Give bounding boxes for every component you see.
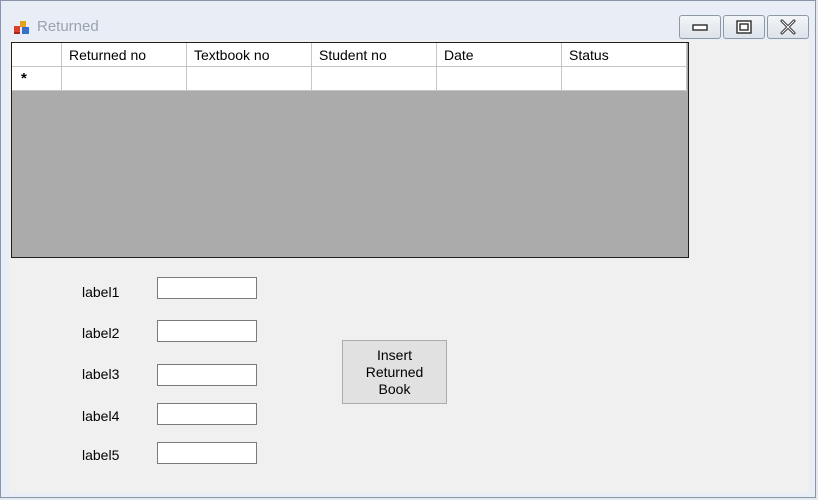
label5: label5 bbox=[82, 447, 120, 463]
returned-data-grid[interactable]: Returned no Textbook no Student no Date … bbox=[11, 42, 689, 258]
cell-student-no[interactable] bbox=[312, 67, 437, 91]
textbox1[interactable] bbox=[157, 277, 257, 299]
grid-new-row[interactable]: * bbox=[12, 67, 687, 91]
column-header-status[interactable]: Status bbox=[562, 43, 687, 67]
client-area: Returned no Textbook no Student no Date … bbox=[9, 40, 809, 493]
insert-returned-book-button[interactable]: Insert Returned Book bbox=[342, 340, 447, 404]
grid-header-row: Returned no Textbook no Student no Date … bbox=[12, 43, 687, 67]
column-header-date[interactable]: Date bbox=[437, 43, 562, 67]
column-header-returned-no[interactable]: Returned no bbox=[62, 43, 187, 67]
column-header-student-no[interactable]: Student no bbox=[312, 43, 437, 67]
textbox3[interactable] bbox=[157, 364, 257, 386]
cell-status[interactable] bbox=[562, 67, 687, 91]
column-header-textbook-no[interactable]: Textbook no bbox=[187, 43, 312, 67]
textbox4[interactable] bbox=[157, 403, 257, 425]
textbox2[interactable] bbox=[157, 320, 257, 342]
close-button[interactable] bbox=[767, 15, 809, 39]
maximize-button[interactable] bbox=[723, 15, 765, 39]
new-row-marker[interactable]: * bbox=[12, 67, 62, 91]
label4: label4 bbox=[82, 408, 120, 424]
grid-corner-header[interactable] bbox=[12, 43, 62, 67]
app-icon bbox=[14, 21, 29, 34]
label3: label3 bbox=[82, 366, 120, 382]
cell-returned-no[interactable] bbox=[62, 67, 187, 91]
maximize-icon bbox=[736, 20, 752, 34]
minimize-icon bbox=[692, 24, 708, 31]
title-bar[interactable]: Returned bbox=[1, 1, 815, 39]
window-title: Returned bbox=[37, 18, 99, 35]
label1: label1 bbox=[82, 284, 120, 300]
cell-date[interactable] bbox=[437, 67, 562, 91]
label2: label2 bbox=[82, 325, 120, 341]
returned-window: Returned Returned no Textbook no Student… bbox=[0, 0, 816, 498]
textbox5[interactable] bbox=[157, 442, 257, 464]
cell-textbook-no[interactable] bbox=[187, 67, 312, 91]
close-icon bbox=[780, 19, 796, 35]
minimize-button[interactable] bbox=[679, 15, 721, 39]
